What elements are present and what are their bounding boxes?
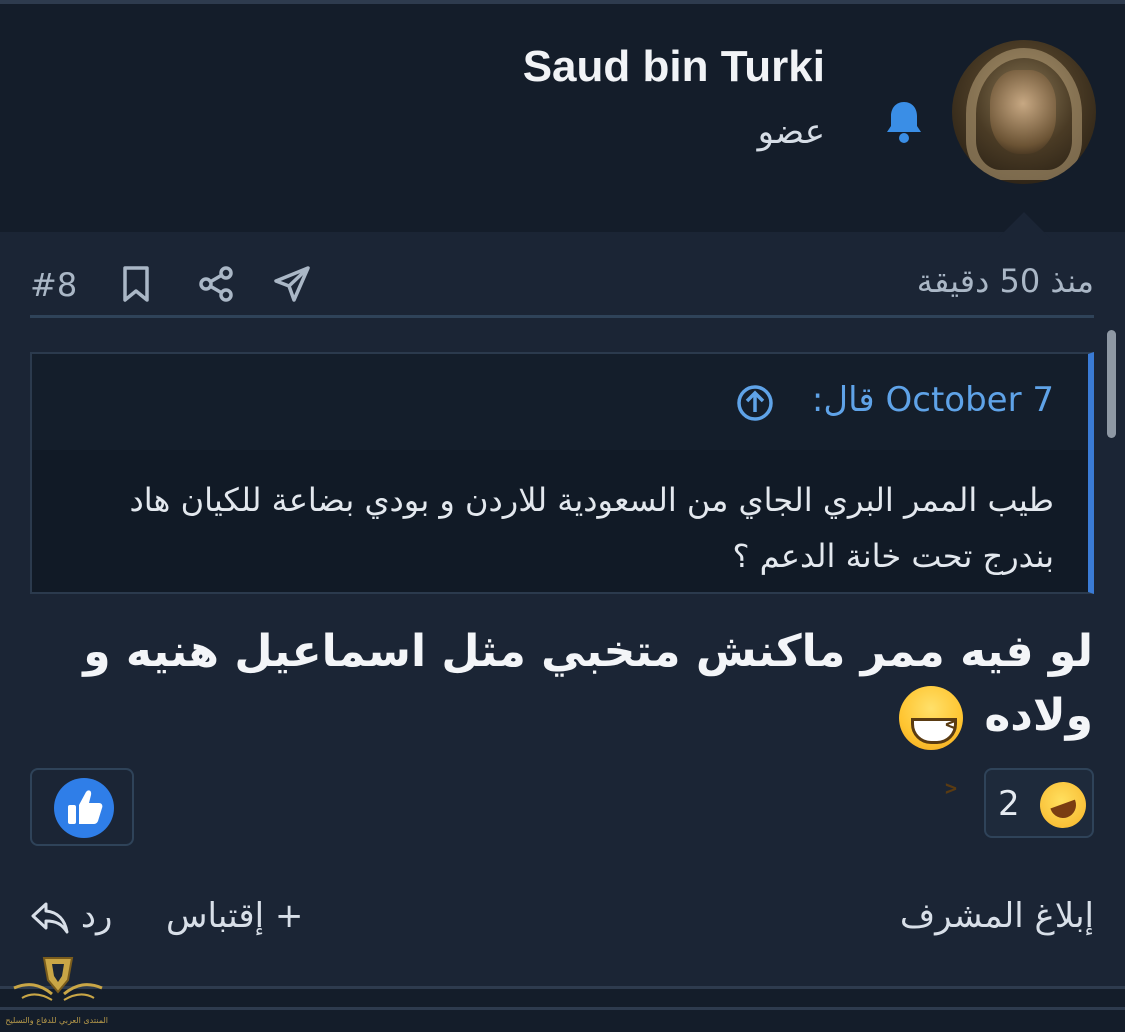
rofl-emoji-icon <box>1033 775 1093 835</box>
post-footer: إبلاغ المشرف + إقتباس رد <box>30 884 1094 954</box>
avatar[interactable] <box>952 40 1096 184</box>
forum-watermark: المنتدى العربي للدفاع والتسليح <box>5 952 108 1028</box>
post-header: Saud bin Turki عضو <box>0 4 1125 238</box>
quote-author[interactable]: October 7 قال: <box>812 380 1054 420</box>
reaction-summary[interactable]: 2 <box>984 768 1094 838</box>
shield-logo-icon <box>13 957 103 1001</box>
post-time[interactable]: منذ 50 دقيقة <box>917 262 1094 300</box>
like-circle <box>54 778 114 838</box>
quote-header: October 7 قال: <box>32 354 1088 450</box>
username[interactable]: Saud bin Turki <box>523 42 825 92</box>
header-pointer <box>998 212 1050 238</box>
user-role: عضو <box>757 112 825 152</box>
share-icon[interactable] <box>196 264 236 304</box>
quote-block: October 7 قال: طيب الممر البري الجاي من … <box>30 352 1094 594</box>
quote-text: طيب الممر البري الجاي من السعودية للاردن… <box>129 481 1054 575</box>
report-button[interactable]: إبلاغ المشرف <box>900 896 1094 936</box>
reply-arrow-icon <box>31 902 69 933</box>
bell-icon[interactable] <box>884 100 924 144</box>
reaction-count: 2 <box>998 784 1020 824</box>
post-meta-row: منذ 50 دقيقة #8 <box>30 252 1094 318</box>
scrollbar-thumb[interactable] <box>1107 330 1116 438</box>
reply-label: رد <box>80 896 113 936</box>
reply-button[interactable]: رد <box>30 896 112 936</box>
send-icon[interactable] <box>272 264 312 304</box>
avatar-face <box>990 70 1056 154</box>
bottom-divider <box>0 1007 1125 1010</box>
thumbs-up-icon <box>68 790 103 824</box>
post-number[interactable]: #8 <box>30 266 77 304</box>
bookmark-icon[interactable] <box>116 264 156 304</box>
post-body: لو فيه ممر ماكنش متخبي مثل اسماعيل هنيه … <box>33 620 1093 820</box>
watermark-text: المنتدى العربي للدفاع والتسليح <box>5 1016 108 1025</box>
arrow-up-circle-icon[interactable] <box>736 384 774 422</box>
bottom-bar <box>0 986 1125 1032</box>
quote-button[interactable]: + إقتباس <box>166 896 303 936</box>
like-button[interactable] <box>30 768 134 846</box>
grinning-squint-emoji-icon <box>899 686 963 820</box>
